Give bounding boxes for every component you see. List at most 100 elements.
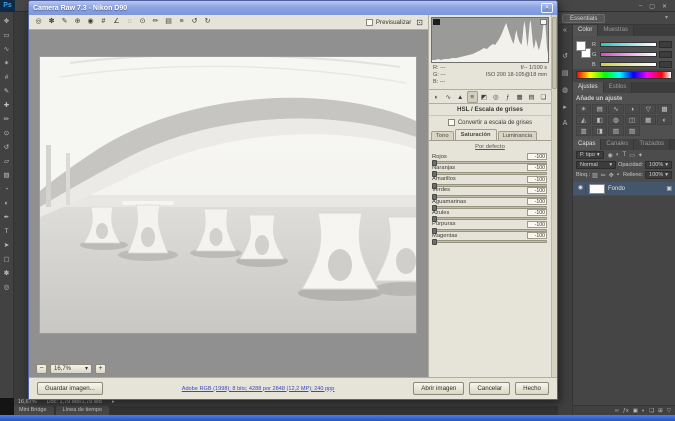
filter-smart-objects-icon[interactable]: ✦ [638, 152, 643, 159]
lock-transparent-pixels-icon[interactable]: ▨ [592, 172, 598, 179]
hue-saturation-adjustment-icon[interactable]: ▩ [657, 104, 672, 114]
color-lookup-adjustment-icon[interactable]: ▦ [641, 115, 656, 125]
lock-position-icon[interactable]: ✥ [609, 172, 614, 179]
workspace-switcher-button[interactable]: Essentials [562, 14, 605, 23]
marquee-tool[interactable]: ▭ [1, 29, 13, 43]
curves-adjustment-icon[interactable]: ∿ [608, 104, 623, 114]
default-link[interactable]: Por defecto [429, 141, 551, 152]
layer-mask-icon[interactable]: ▣ [633, 408, 638, 414]
layer-thumbnail[interactable] [589, 184, 605, 194]
panel-tab[interactable]: Capas [573, 139, 601, 150]
camera-calibration-tab[interactable]: ▦ [514, 91, 525, 103]
slider-value-input[interactable]: -100 [527, 209, 547, 216]
color-balance-adjustment-icon[interactable]: ◭ [576, 115, 591, 125]
type-tool[interactable]: T [1, 225, 13, 239]
selective-color-adjustment-icon[interactable]: ▨ [625, 126, 640, 136]
snapshots-tab[interactable]: ❏ [538, 91, 549, 103]
character-panel-icon[interactable]: A [563, 120, 568, 127]
blend-mode-dropdown[interactable]: Normal▾ [576, 161, 616, 169]
save-image-button[interactable]: Guardar imagen... [37, 382, 103, 395]
new-group-icon[interactable]: ❏ [649, 408, 654, 414]
healing-brush-tool[interactable]: ✚ [1, 99, 13, 113]
slider-handle[interactable] [432, 239, 437, 245]
clone-stamp-tool[interactable]: ⊙ [1, 127, 13, 141]
fill-value[interactable]: 100%▾ [645, 171, 672, 179]
hand-tool[interactable]: ✽ [1, 267, 13, 281]
open-image-button[interactable]: Abrir imagen [413, 382, 464, 395]
scrollbar-thumb[interactable] [552, 17, 557, 89]
photo-filter-adjustment-icon[interactable]: ◍ [608, 115, 623, 125]
channel-value-box[interactable] [659, 41, 672, 48]
grayscale-checkbox[interactable] [448, 119, 455, 126]
targeted-adjustment-tool[interactable]: ◉ [84, 15, 97, 29]
spot-removal-tool[interactable]: ◌ [123, 15, 136, 29]
windows-taskbar[interactable] [0, 415, 675, 421]
filter-adjustment-layers-icon[interactable]: ◐ [616, 152, 620, 159]
channel-slider[interactable] [600, 42, 657, 47]
preview-checkbox[interactable] [366, 19, 373, 26]
filter-type-layers-icon[interactable]: T [623, 152, 627, 159]
panel-tab[interactable]: Color [573, 25, 598, 36]
dodge-tool[interactable]: ◐ [1, 197, 13, 211]
delete-layer-icon[interactable]: ▽ [667, 408, 671, 414]
close-icon[interactable]: ✕ [662, 3, 667, 10]
shape-tool[interactable]: ▢ [1, 253, 13, 267]
hsl-tab[interactable]: Tono [431, 131, 454, 140]
collapse-dock-icon[interactable]: « [563, 27, 567, 34]
zoom-out-button[interactable]: − [36, 364, 47, 374]
effects-tab[interactable]: ƒ [502, 91, 513, 103]
lasso-tool[interactable]: ∿ [1, 43, 13, 57]
actions-panel-icon[interactable]: ▸ [563, 103, 567, 111]
eraser-tool[interactable]: ▱ [1, 155, 13, 169]
red-eye-removal-tool[interactable]: ⊙ [136, 15, 149, 29]
done-button[interactable]: Hecho [515, 382, 549, 395]
info-panel-icon[interactable]: ◍ [562, 86, 568, 94]
black-white-adjustment-icon[interactable]: ◧ [592, 115, 607, 125]
dialog-close-button[interactable]: ✕ [541, 3, 553, 13]
bottom-tab[interactable]: Línea de tiempo [56, 406, 109, 415]
workflow-options-link[interactable]: Adobe RGB (1998); 8 bits; 4288 por 2848 … [109, 386, 407, 392]
gradient-tool[interactable]: ▨ [1, 169, 13, 183]
straighten-tool[interactable]: ∠ [110, 15, 123, 29]
crop-tool[interactable]: # [1, 71, 13, 85]
basic-tab[interactable]: ◐ [431, 91, 442, 103]
slider-value-input[interactable]: -100 [527, 153, 547, 160]
zoom-tool[interactable]: ◎ [32, 15, 45, 29]
gradient-map-adjustment-icon[interactable]: ▧ [608, 126, 623, 136]
tone-curve-tab[interactable]: ∿ [443, 91, 454, 103]
brush-tool[interactable]: ✏ [1, 113, 13, 127]
history-panel-icon[interactable]: ↺ [562, 52, 568, 60]
threshold-adjustment-icon[interactable]: ◨ [592, 126, 607, 136]
slider-value-input[interactable]: -100 [527, 198, 547, 205]
lock-all-icon[interactable]: ▪ [617, 172, 619, 179]
vibrance-adjustment-icon[interactable]: ▽ [641, 104, 656, 114]
lens-corrections-tab[interactable]: ◎ [490, 91, 501, 103]
history-brush-tool[interactable]: ↺ [1, 141, 13, 155]
pen-tool[interactable]: ✒ [1, 211, 13, 225]
panel-tab[interactable]: Muestras [598, 25, 634, 36]
zoom-in-button[interactable]: + [95, 364, 106, 374]
preview-image[interactable] [40, 57, 416, 333]
zoom-level-select[interactable]: 16,7%▾ [50, 364, 92, 374]
eyedropper-tool[interactable]: ✎ [1, 85, 13, 99]
panel-tab[interactable]: Ajustes [573, 82, 604, 93]
quick-selection-tool[interactable]: ✶ [1, 57, 13, 71]
color-sampler-tool[interactable]: ⊕ [71, 15, 84, 29]
detail-tab[interactable]: ▲ [455, 91, 466, 103]
new-adjustment-layer-icon[interactable]: ◐ [642, 408, 645, 414]
minimize-icon[interactable]: – [639, 3, 642, 9]
brightness-contrast-adjustment-icon[interactable]: ☀ [576, 104, 591, 114]
link-layers-icon[interactable]: ∞ [615, 408, 619, 414]
graduated-filter-tool[interactable]: ▤ [162, 15, 175, 29]
channel-mixer-adjustment-icon[interactable]: ◫ [625, 115, 640, 125]
channel-value-box[interactable] [659, 61, 672, 68]
new-layer-icon[interactable]: ⊞ [658, 408, 663, 414]
slider-track[interactable] [432, 240, 547, 243]
levels-adjustment-icon[interactable]: ▤ [592, 104, 607, 114]
channel-slider[interactable] [600, 62, 657, 67]
panel-tab[interactable]: Estilos [604, 82, 633, 93]
properties-panel-icon[interactable]: ▤ [562, 69, 569, 77]
slider-value-input[interactable]: -100 [527, 232, 547, 239]
panel-tab[interactable]: Canales [601, 139, 634, 150]
filter-shape-layers-icon[interactable]: ▭ [629, 152, 635, 159]
